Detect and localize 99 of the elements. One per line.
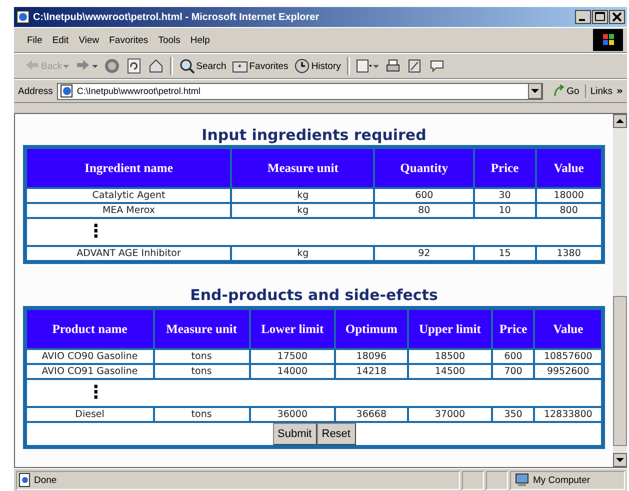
table-cell: Catalytic Agent [27, 189, 230, 202]
page-icon [19, 473, 31, 487]
column-header: Lower limit [250, 310, 334, 348]
column-header: Measure unit [154, 310, 249, 348]
table-cell: 10857600 [535, 350, 601, 363]
edit-icon [406, 58, 423, 74]
ellipsis-mark: ⋮ [86, 221, 105, 242]
ellipsis-mark: ⋮ [86, 382, 105, 403]
computer-icon [514, 473, 530, 487]
table-cell: 700 [493, 365, 534, 378]
links-button[interactable]: Links [590, 86, 613, 96]
table-cell: 30 [474, 189, 535, 202]
table-cell: 600 [493, 350, 534, 363]
table-cell: kg [232, 204, 374, 217]
zone-text: My Computer [533, 474, 590, 486]
table-cell: 14500 [408, 365, 492, 378]
table-cell: 18500 [408, 350, 492, 363]
go-arrow-icon [552, 84, 565, 98]
home-icon [148, 58, 164, 74]
table-cell: AVIO CO90 Gasoline [27, 350, 153, 363]
search-icon [179, 58, 196, 74]
caret-icon [372, 64, 379, 68]
table-cell: kg [232, 189, 374, 202]
table-cell: 1380 [536, 247, 601, 260]
menu-item[interactable]: Tools [155, 32, 184, 48]
column-header: Measure unit [232, 149, 374, 187]
table-cell: 15 [474, 247, 535, 260]
table-cell: 92 [375, 247, 473, 260]
table-cell: 36668 [336, 408, 407, 421]
column-header: Optimum [336, 310, 407, 348]
table-cell: ADVANT AGE Inhibitor [27, 247, 230, 260]
windows-logo-icon [593, 29, 623, 51]
status-text: Done [34, 474, 57, 486]
table-cell: 9952600 [535, 365, 601, 378]
table-cell: 17500 [250, 350, 334, 363]
column-header: Price [474, 149, 535, 187]
table-cell: 600 [375, 189, 473, 202]
menu-item[interactable]: Edit [49, 32, 72, 48]
printer-icon [384, 58, 401, 74]
search-button[interactable]: Search [177, 57, 228, 75]
column-header: Quantity [375, 149, 473, 187]
table-cell: tons [154, 408, 249, 421]
menu-item[interactable]: Favorites [106, 32, 152, 48]
column-header: Upper limit [408, 310, 492, 348]
table-cell: 14218 [336, 365, 407, 378]
window-title: C:\Inetpub\wwwroot\petrol.html - Microsoft Internet Explorer [33, 12, 320, 22]
history-button[interactable]: History [292, 57, 343, 75]
section-title: End-products and side-efects [189, 286, 439, 304]
caret-icon [63, 64, 70, 68]
status-pane [486, 470, 508, 490]
scroll-up-icon[interactable] [613, 114, 627, 128]
scrollbar[interactable] [613, 114, 627, 467]
minimize-button[interactable] [575, 10, 591, 24]
scroll-thumb[interactable] [613, 296, 627, 446]
stop-icon [104, 58, 120, 74]
menu-item[interactable]: View [76, 32, 102, 48]
table-cell: 350 [493, 408, 534, 421]
column-header: Ingredient name [27, 149, 230, 187]
document-icon [356, 58, 372, 74]
address-field[interactable]: C:\Inetpub\wwwroot\petrol.html [56, 82, 543, 100]
table-cell: MEA Merox [27, 204, 230, 217]
table-cell: kg [232, 247, 374, 260]
clock-icon [294, 58, 310, 74]
status-pane [462, 470, 484, 490]
form-button[interactable]: Reset [316, 423, 356, 445]
table-cell: 18000 [536, 189, 601, 202]
table-cell: 800 [536, 204, 601, 217]
close-button[interactable] [609, 10, 625, 24]
caret-icon [92, 64, 98, 68]
table-cell: 14000 [250, 365, 334, 378]
mail-button[interactable] [354, 57, 381, 75]
menu-item[interactable]: File [24, 32, 46, 48]
speech-bubble-icon [428, 58, 445, 74]
more-chevron[interactable]: » [616, 86, 623, 96]
page-icon [16, 10, 30, 24]
column-header: Product name [27, 310, 153, 348]
table-cell: 80 [375, 204, 473, 217]
table-cell: AVIO CO91 Gasoline [27, 365, 153, 378]
maximize-button[interactable] [592, 10, 608, 24]
table-cell: tons [154, 350, 249, 363]
form-button[interactable]: Submit [272, 423, 317, 445]
refresh-icon [126, 58, 142, 74]
column-header: Value [536, 149, 601, 187]
table-cell: 36000 [250, 408, 334, 421]
table-cell: Diesel [27, 408, 153, 421]
table-cell: 10 [474, 204, 535, 217]
section-title: Input ingredients required [200, 126, 428, 144]
column-header: Value [535, 310, 601, 348]
page-icon [60, 84, 74, 98]
table-cell: 12833800 [535, 408, 601, 421]
favorites-button[interactable]: Favorites [230, 57, 290, 75]
go-button[interactable]: Go [546, 84, 586, 98]
table-cell: 18096 [336, 350, 407, 363]
table-cell: 37000 [408, 408, 492, 421]
address-label: Address [18, 86, 53, 96]
scroll-down-icon[interactable] [613, 453, 627, 467]
table-cell: tons [154, 365, 249, 378]
menu-item[interactable]: Help [187, 32, 213, 48]
column-header: Price [493, 310, 534, 348]
